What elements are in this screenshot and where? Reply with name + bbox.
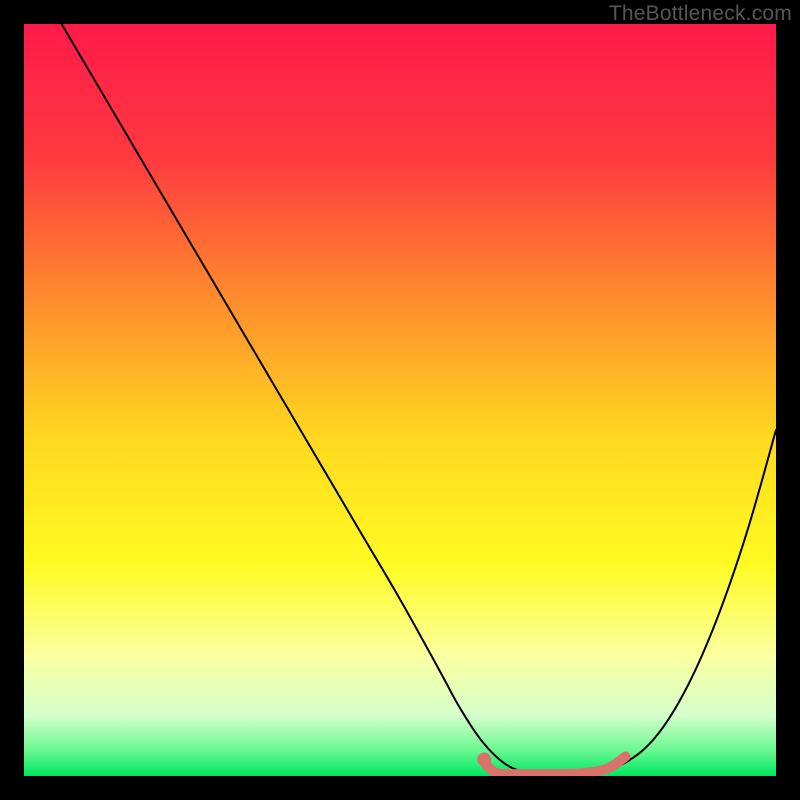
chart-frame: TheBottleneck.com xyxy=(0,0,800,800)
highlight-start-dot xyxy=(477,752,491,766)
gradient-background xyxy=(24,24,776,776)
chart-plot-area xyxy=(24,24,776,776)
chart-svg xyxy=(24,24,776,776)
attribution-text: TheBottleneck.com xyxy=(609,2,792,26)
